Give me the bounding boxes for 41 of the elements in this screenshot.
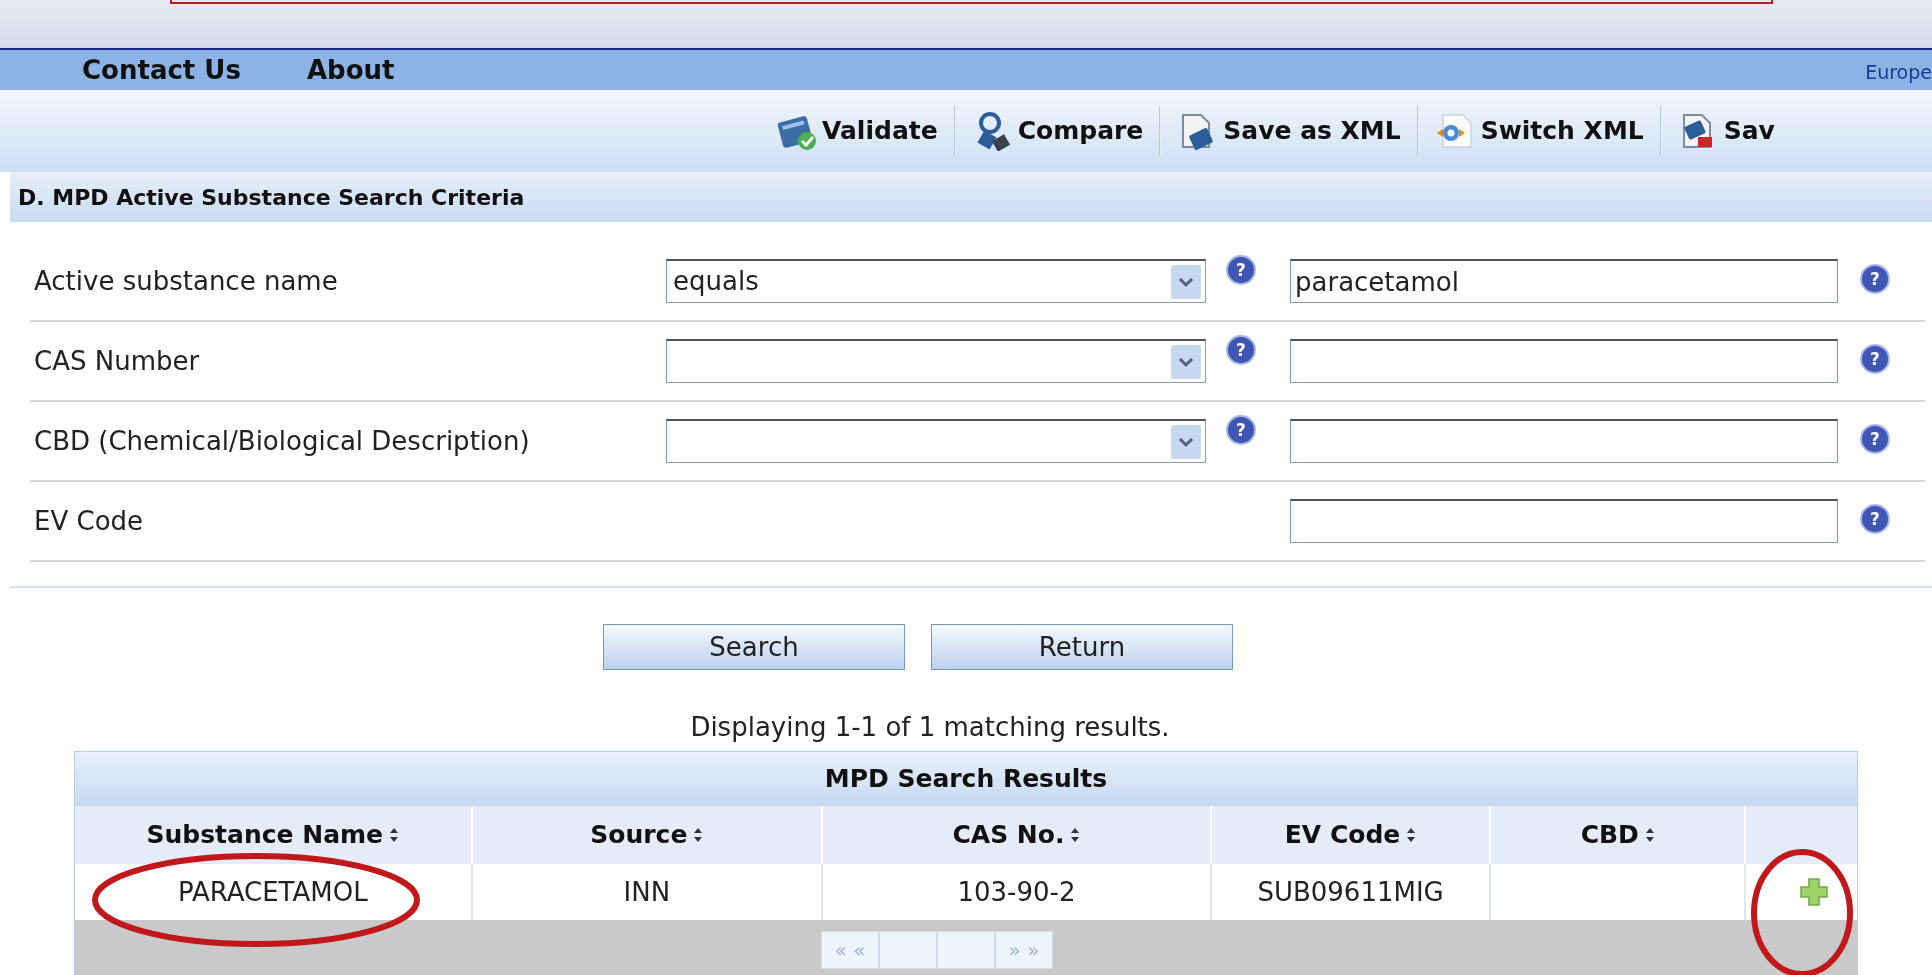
help-button[interactable]: ? [1860,264,1890,294]
text-field[interactable]: paracetamol [1290,259,1838,303]
table-title-bar: MPD Search Results [75,752,1857,806]
action-button[interactable]: Search [603,624,905,670]
text-field[interactable] [1290,339,1838,383]
results-summary: Displaying 1-1 of 1 matching results. [690,711,1170,744]
sort-icon [1070,827,1081,843]
operator-dropdown[interactable] [666,339,1206,383]
sort-icon [1644,827,1655,843]
operator-dropdown[interactable] [666,419,1206,463]
toolbar-button[interactable]: Save as XML [1173,111,1405,151]
table-cell-text: 103-90-2 [957,875,1076,909]
nav-text: Europe [1865,60,1932,85]
sort-icon [693,827,704,843]
text-field[interactable] [1290,419,1838,463]
plus-icon [1798,877,1829,907]
toolbar-button[interactable]: Sav [1673,111,1779,151]
section-title: D. MPD Active Substance Search Criteria [18,183,525,212]
help-button[interactable]: ? [1226,415,1256,445]
sort-icon [389,827,399,843]
nav-link[interactable]: Contact Us [82,50,241,90]
text-field[interactable] [1290,499,1838,543]
help-button[interactable]: ? [1860,504,1890,534]
action-button[interactable]: Return [931,624,1233,670]
toolbar-button[interactable]: Validate [772,111,942,151]
operator-dropdown[interactable]: equals [666,259,1206,303]
field-label: CBD (Chemical/Biological Description) [33,424,531,458]
table-cell-text: SUB09611MIG [1257,875,1444,909]
toolbar-button[interactable]: Compare [967,111,1148,151]
table-cell-text: INN [623,875,671,909]
help-button[interactable]: ? [1226,335,1256,365]
help-button[interactable]: ? [1226,255,1256,285]
help-button[interactable]: ? [1860,344,1890,374]
nav-link[interactable]: About [306,50,395,90]
field-label: CAS Number [33,344,201,378]
field-label: Active substance name [33,264,339,298]
toolbar-button[interactable]: Switch XML [1430,111,1648,151]
field-label: EV Code [33,504,145,538]
table-cell-text: PARACETAMOL [177,875,368,909]
help-button[interactable]: ? [1860,424,1890,454]
sort-icon [1406,827,1417,843]
